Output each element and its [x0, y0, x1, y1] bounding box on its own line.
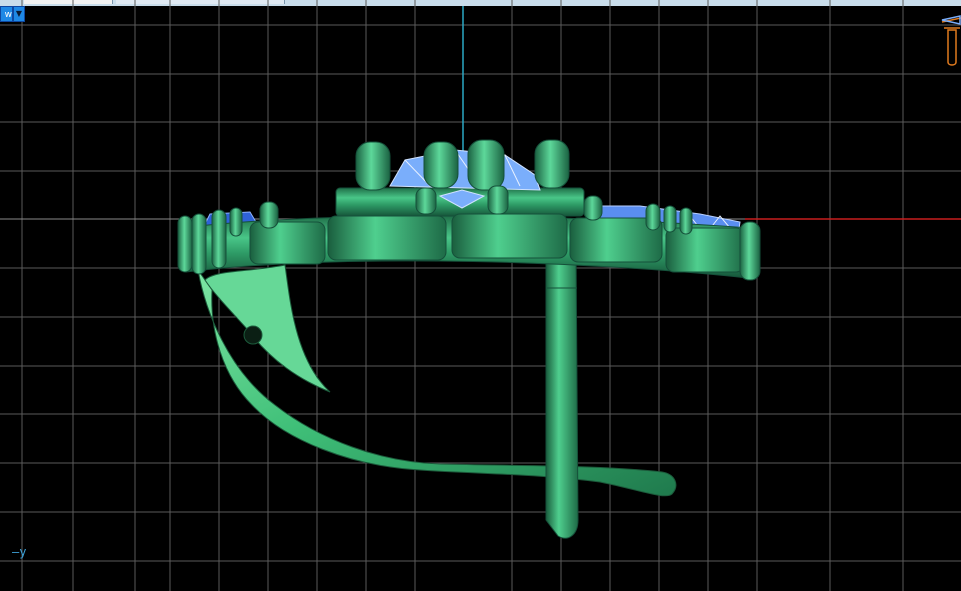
bezel-cup [665, 227, 745, 273]
axis-indicator: —y [12, 545, 26, 559]
grid [0, 0, 961, 591]
bezel-cup [249, 221, 326, 265]
orientation-gizmo-icon[interactable] [941, 15, 961, 66]
axis-label-text: y [19, 545, 27, 559]
center-post[interactable] [545, 249, 579, 539]
chevron-down-icon[interactable]: ▼ [13, 6, 25, 22]
view-menu-label[interactable]: w [0, 6, 13, 22]
ring-model[interactable] [177, 139, 761, 539]
bezel-cup [451, 213, 568, 259]
shank-hole [243, 325, 263, 345]
view-selector[interactable]: w ▼ [0, 6, 25, 22]
3d-viewport[interactable] [0, 0, 961, 591]
cad-viewport-window: w ▼ —y [0, 0, 961, 591]
bezel-cup [327, 215, 447, 261]
